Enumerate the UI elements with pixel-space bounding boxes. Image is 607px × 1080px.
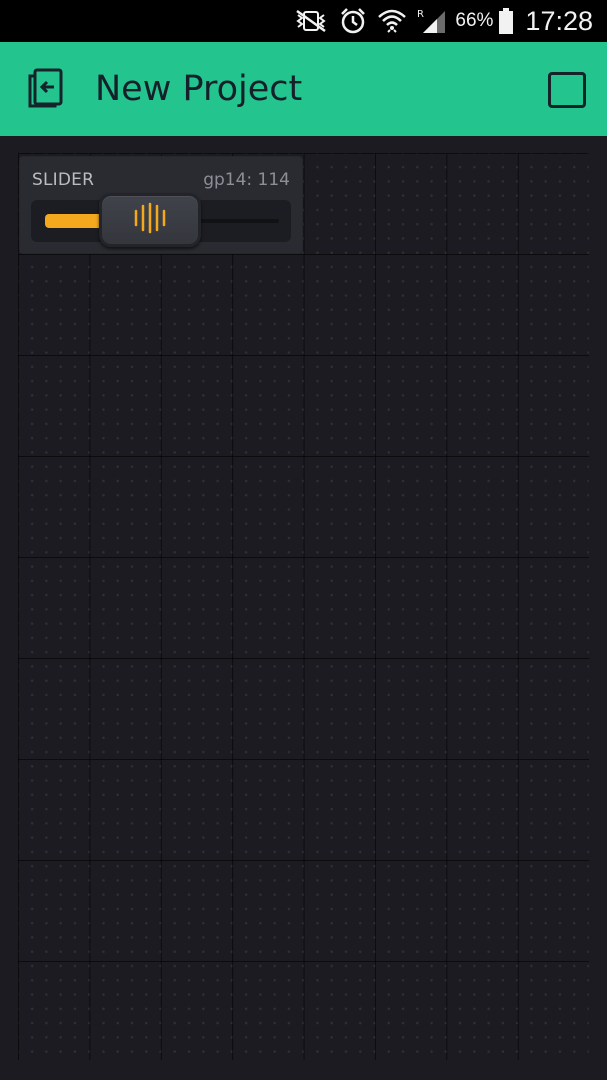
alarm-icon xyxy=(339,7,367,35)
widget-label: SLIDER xyxy=(32,170,95,190)
battery-percent: 66% xyxy=(455,10,494,31)
exit-project-icon xyxy=(25,68,67,112)
status-bar: R 66% 17:28 xyxy=(0,0,607,42)
dashboard-canvas[interactable] xyxy=(18,153,589,1060)
slider-widget[interactable]: SLIDER gp14: 114 xyxy=(20,157,302,253)
svg-text:R: R xyxy=(417,9,424,20)
slider-control[interactable] xyxy=(31,193,291,247)
play-button[interactable] xyxy=(548,72,586,108)
page-title: New Project xyxy=(95,69,303,109)
pin-value-readout: gp14: 114 xyxy=(203,170,290,190)
app-bar: New Project xyxy=(0,42,607,136)
mute-vibrate-icon xyxy=(293,9,329,33)
signal-roaming-icon: R xyxy=(417,7,447,35)
grip-icon xyxy=(130,201,170,239)
exit-project-button[interactable] xyxy=(22,66,70,114)
battery-icon xyxy=(499,8,514,34)
clock: 17:28 xyxy=(525,5,593,36)
slider-thumb[interactable] xyxy=(98,193,201,247)
wifi-icon xyxy=(377,7,407,35)
